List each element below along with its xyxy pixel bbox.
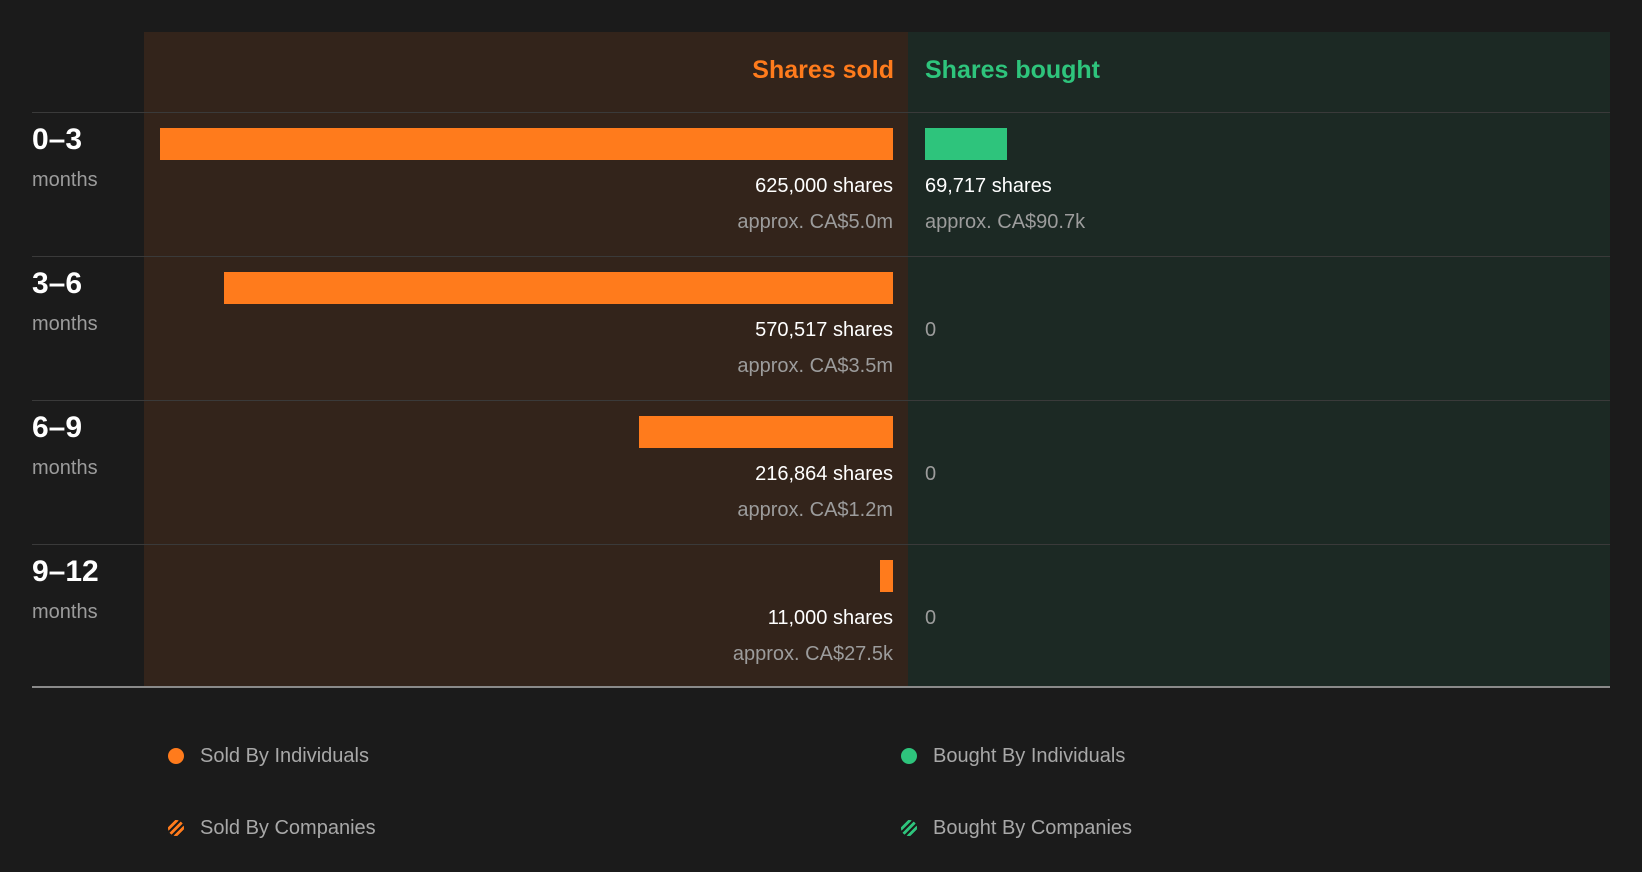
period-range: 0–3 — [32, 123, 83, 156]
bought-shares-label: 0 — [925, 463, 937, 485]
bought-value-label: approx. CA$90.7k — [925, 211, 1086, 233]
green-dot-icon — [901, 748, 917, 764]
bought-bar — [925, 128, 1007, 160]
chart-baseline — [32, 686, 1610, 688]
legend-label: Sold By Companies — [200, 817, 376, 839]
sold-value-label: approx. CA$3.5m — [737, 355, 893, 377]
insider-trading-chart: Shares sold Shares bought 0–3 months 625… — [0, 0, 1642, 872]
period-unit: months — [32, 457, 98, 479]
period-unit: months — [32, 601, 98, 623]
striped-green-dot-icon — [901, 820, 917, 836]
sold-value-label: approx. CA$27.5k — [732, 643, 893, 665]
legend-label: Sold By Individuals — [200, 745, 369, 767]
sold-shares-label: 216,864 shares — [755, 463, 893, 485]
period-unit: months — [32, 169, 98, 191]
sold-value-label: approx. CA$1.2m — [737, 499, 893, 521]
sold-bar — [880, 560, 893, 592]
sold-bar — [638, 416, 893, 448]
period-range: 3–6 — [32, 267, 83, 300]
bought-shares-label: 69,717 shares — [925, 175, 1052, 197]
sold-shares-label: 625,000 shares — [755, 175, 893, 197]
legend-label: Bought By Companies — [933, 817, 1133, 839]
legend-sold-by-individuals: Sold By Individuals — [168, 744, 369, 768]
orange-dot-icon — [168, 748, 184, 764]
sold-shares-label: 11,000 shares — [767, 607, 893, 629]
period-row: 9–12 months 11,000 shares approx. CA$27.… — [0, 544, 1642, 688]
sold-value-label: approx. CA$5.0m — [737, 211, 893, 233]
sold-bar — [223, 272, 893, 304]
legend-label: Bought By Individuals — [933, 745, 1126, 767]
sold-shares-label: 570,517 shares — [755, 319, 893, 341]
bought-shares-label: 0 — [925, 607, 937, 629]
legend-bought-by-companies: Bought By Companies — [901, 816, 1132, 840]
shares-sold-header: Shares sold — [752, 56, 894, 84]
period-row: 6–9 months 216,864 shares approx. CA$1.2… — [0, 400, 1642, 544]
legend-sold-by-companies: Sold By Companies — [168, 816, 376, 840]
period-row: 3–6 months 570,517 shares approx. CA$3.5… — [0, 256, 1642, 400]
period-range: 9–12 — [32, 555, 99, 588]
bought-shares-label: 0 — [925, 319, 937, 341]
period-unit: months — [32, 313, 98, 335]
period-range: 6–9 — [32, 411, 83, 444]
striped-orange-dot-icon — [168, 820, 184, 836]
shares-bought-header: Shares bought — [925, 56, 1101, 84]
legend-bought-by-individuals: Bought By Individuals — [901, 744, 1125, 768]
period-row: 0–3 months 625,000 shares approx. CA$5.0… — [0, 112, 1642, 256]
sold-bar — [160, 128, 893, 160]
